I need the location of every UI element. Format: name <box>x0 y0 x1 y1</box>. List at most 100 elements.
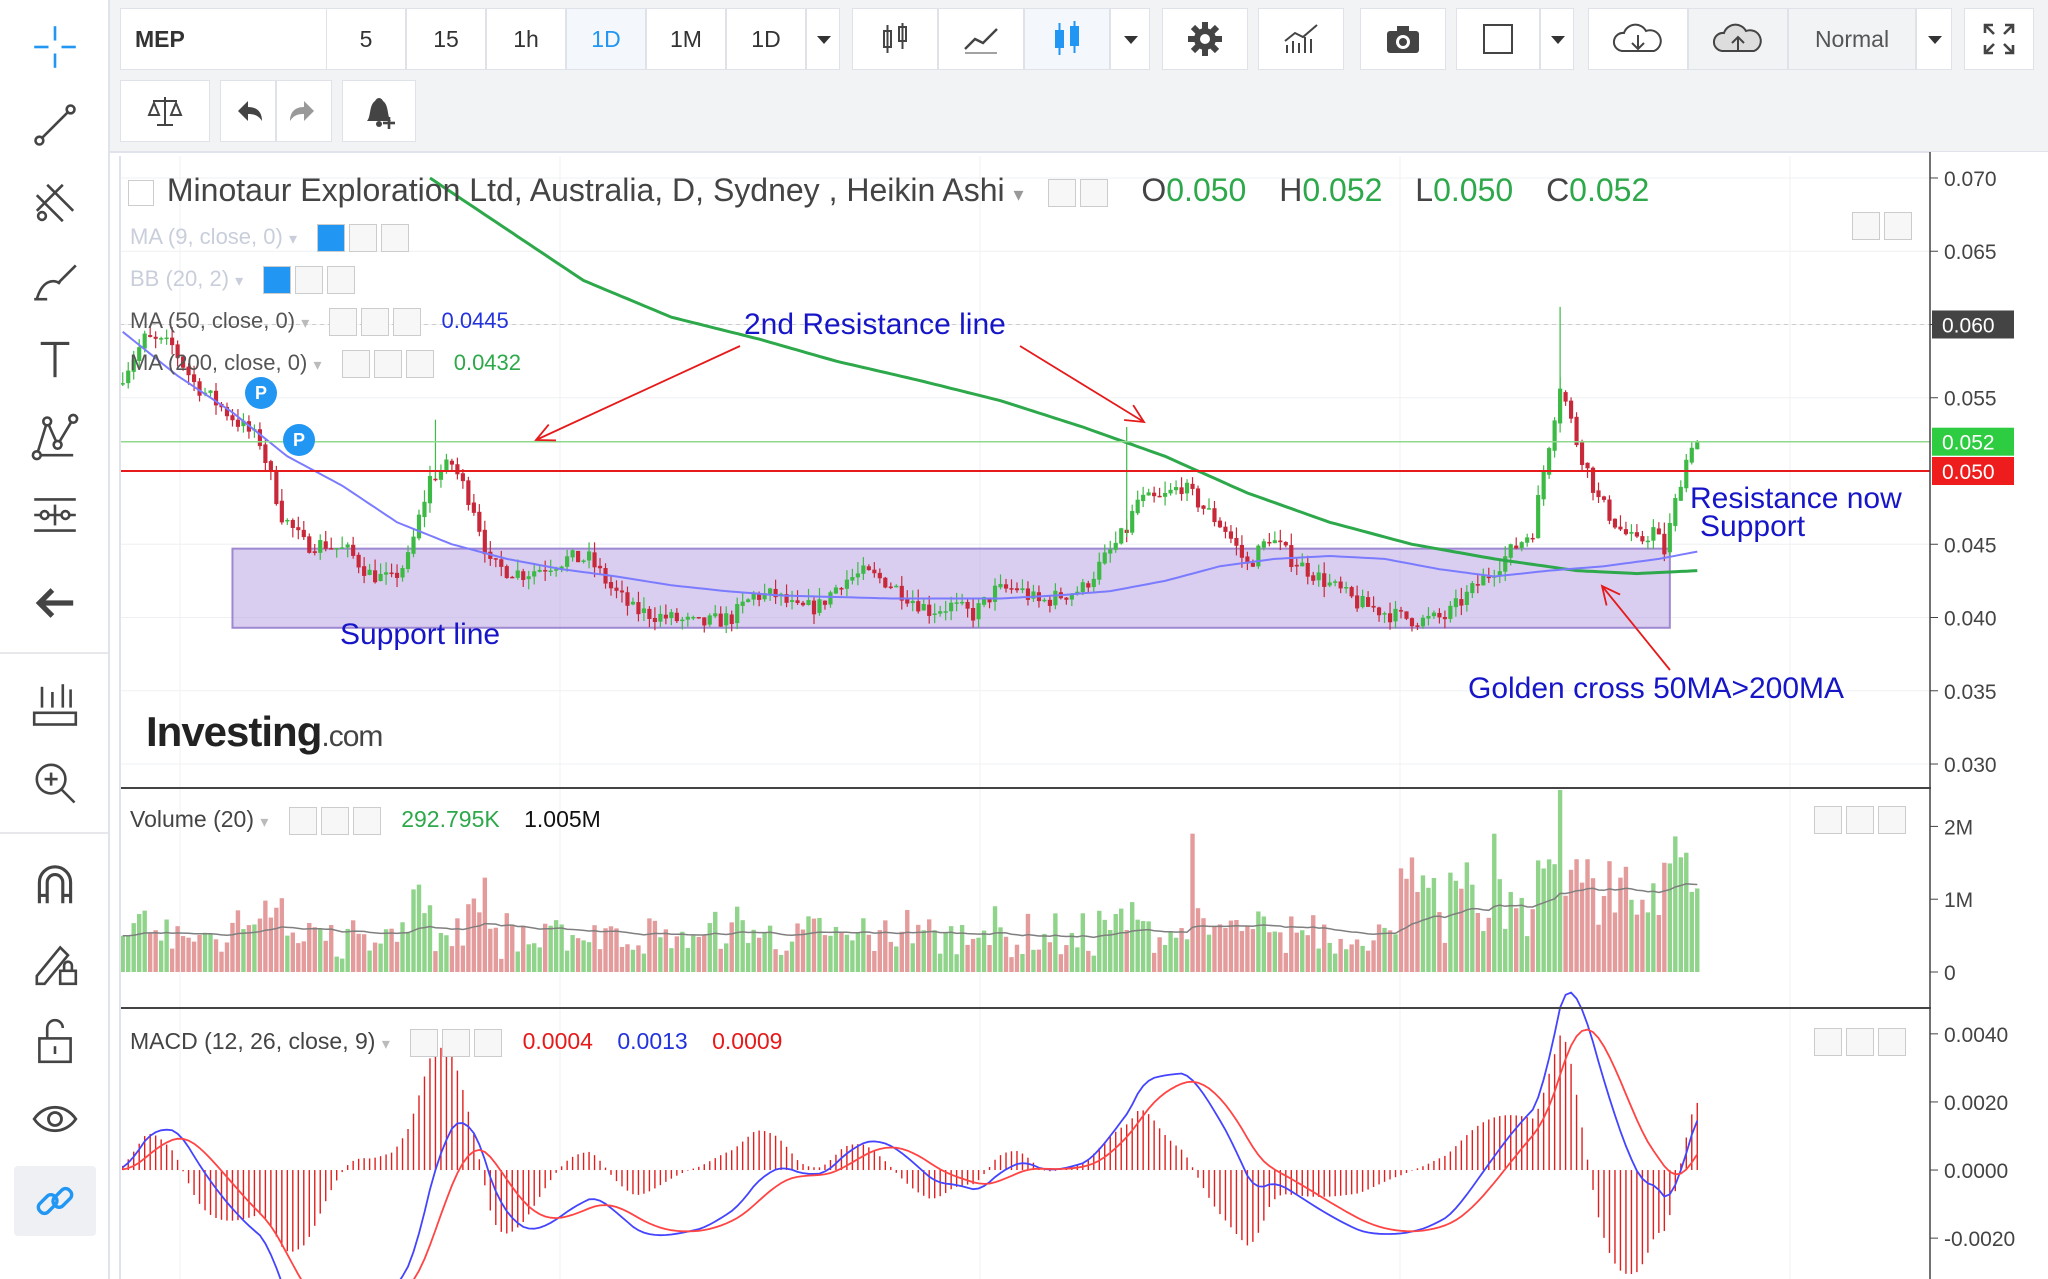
volume-bar <box>614 928 619 972</box>
volume-bar <box>1585 859 1590 972</box>
volume-bar <box>257 918 263 972</box>
candle-body <box>1601 496 1607 500</box>
volume-bar <box>1091 955 1096 972</box>
volume-bar <box>680 931 685 972</box>
candle-body <box>208 390 213 393</box>
candle-body <box>1119 528 1124 544</box>
candle-body <box>1689 447 1694 463</box>
candle-body <box>1042 599 1047 602</box>
volume-bar <box>1530 909 1535 972</box>
gear-icon[interactable] <box>320 806 349 835</box>
arrow-down-icon[interactable] <box>1846 1028 1874 1056</box>
volume-bar <box>197 934 202 972</box>
candle-body <box>1470 583 1475 594</box>
volume-bar <box>323 940 328 972</box>
candle-body <box>1355 595 1360 609</box>
arrow-up-icon[interactable] <box>1814 1028 1842 1056</box>
close-icon[interactable] <box>474 1028 503 1057</box>
event-marker[interactable]: P <box>245 377 277 409</box>
arrow-both-icon[interactable] <box>1884 212 1912 240</box>
arrow-down-icon[interactable] <box>1846 806 1874 834</box>
volume-bar <box>641 953 647 972</box>
candle-body <box>1064 597 1069 600</box>
volume-bar <box>405 931 411 972</box>
ma200-line <box>429 176 1698 576</box>
candle-body <box>1640 536 1645 542</box>
candle-body <box>894 585 899 588</box>
candle-body <box>855 573 860 578</box>
volume-bar <box>493 927 498 972</box>
close-icon[interactable] <box>381 224 410 253</box>
volume-bar <box>235 910 241 972</box>
eye-icon[interactable] <box>341 350 370 379</box>
volume-bar <box>488 928 493 972</box>
arrow-both-icon[interactable] <box>1878 1028 1906 1056</box>
eye-icon[interactable] <box>1048 178 1077 207</box>
volume-bar <box>663 929 669 972</box>
arrow-up-icon[interactable] <box>1814 806 1842 834</box>
volume-bar <box>1656 915 1662 972</box>
candle-body <box>548 570 553 573</box>
macd-tick-label: -0.0020 <box>1944 1228 2015 1251</box>
candle-body <box>367 569 372 575</box>
arrow-both-icon[interactable] <box>1878 806 1906 834</box>
eye-icon[interactable] <box>410 1028 439 1057</box>
eye-icon[interactable] <box>288 806 317 835</box>
candle-body <box>1217 520 1223 528</box>
candle-body <box>740 601 745 606</box>
golden-cross-label: Golden cross 50MA>200MA <box>1468 672 1845 705</box>
volume-bar <box>959 925 965 972</box>
candle-body <box>1519 542 1524 549</box>
candle-body <box>965 601 970 609</box>
gear-icon[interactable] <box>1080 178 1109 207</box>
volume-bar <box>1596 924 1601 972</box>
volume-bar <box>608 926 614 972</box>
volume-bar <box>1552 864 1557 972</box>
bb-legend: BB (20, 2) ▾ <box>130 266 359 295</box>
ma200-value: 0.0432 <box>453 350 522 375</box>
chevron-down-icon[interactable]: ▾ <box>1014 184 1024 206</box>
close-icon[interactable] <box>393 308 422 337</box>
volume-bar <box>361 934 367 972</box>
volume-bar <box>147 932 153 972</box>
candle-body <box>927 604 932 616</box>
candle-body <box>833 587 839 594</box>
arrow-down-icon[interactable] <box>1852 212 1880 240</box>
gear-icon[interactable] <box>361 308 390 337</box>
volume-bar <box>1283 952 1288 972</box>
volume-bar <box>208 934 213 972</box>
gear-icon[interactable] <box>442 1028 471 1057</box>
candle-body <box>1091 578 1096 588</box>
candle-body <box>263 444 268 463</box>
event-marker[interactable]: P <box>283 424 315 456</box>
gear-icon[interactable] <box>295 266 324 295</box>
candle-body <box>1667 523 1672 553</box>
volume-bar <box>795 923 800 972</box>
volume-bar <box>927 919 932 972</box>
eye-icon[interactable] <box>317 224 346 253</box>
close-icon[interactable] <box>327 266 356 295</box>
close-icon[interactable] <box>352 806 381 835</box>
volume-bar <box>784 950 789 972</box>
candle-body <box>625 592 630 606</box>
candle-body <box>811 600 817 615</box>
volume-bar <box>899 931 904 972</box>
volume-bar <box>1064 945 1069 972</box>
gear-icon[interactable] <box>349 224 378 253</box>
volume-bar <box>471 898 477 972</box>
volume-bar <box>1574 859 1579 972</box>
eye-icon[interactable] <box>263 266 292 295</box>
close-icon[interactable] <box>405 350 434 379</box>
candle-body <box>828 592 833 605</box>
candle-body <box>658 613 663 622</box>
gear-icon[interactable] <box>373 350 402 379</box>
volume-bar <box>822 935 828 972</box>
candle-body <box>800 602 806 606</box>
volume-bar <box>707 923 712 972</box>
eye-icon[interactable] <box>329 308 358 337</box>
collapse-icon[interactable] <box>128 179 154 206</box>
candle-body <box>526 576 531 580</box>
volume-bar <box>1365 950 1371 972</box>
candle-body <box>1163 493 1168 497</box>
volume-bar <box>1376 924 1382 972</box>
